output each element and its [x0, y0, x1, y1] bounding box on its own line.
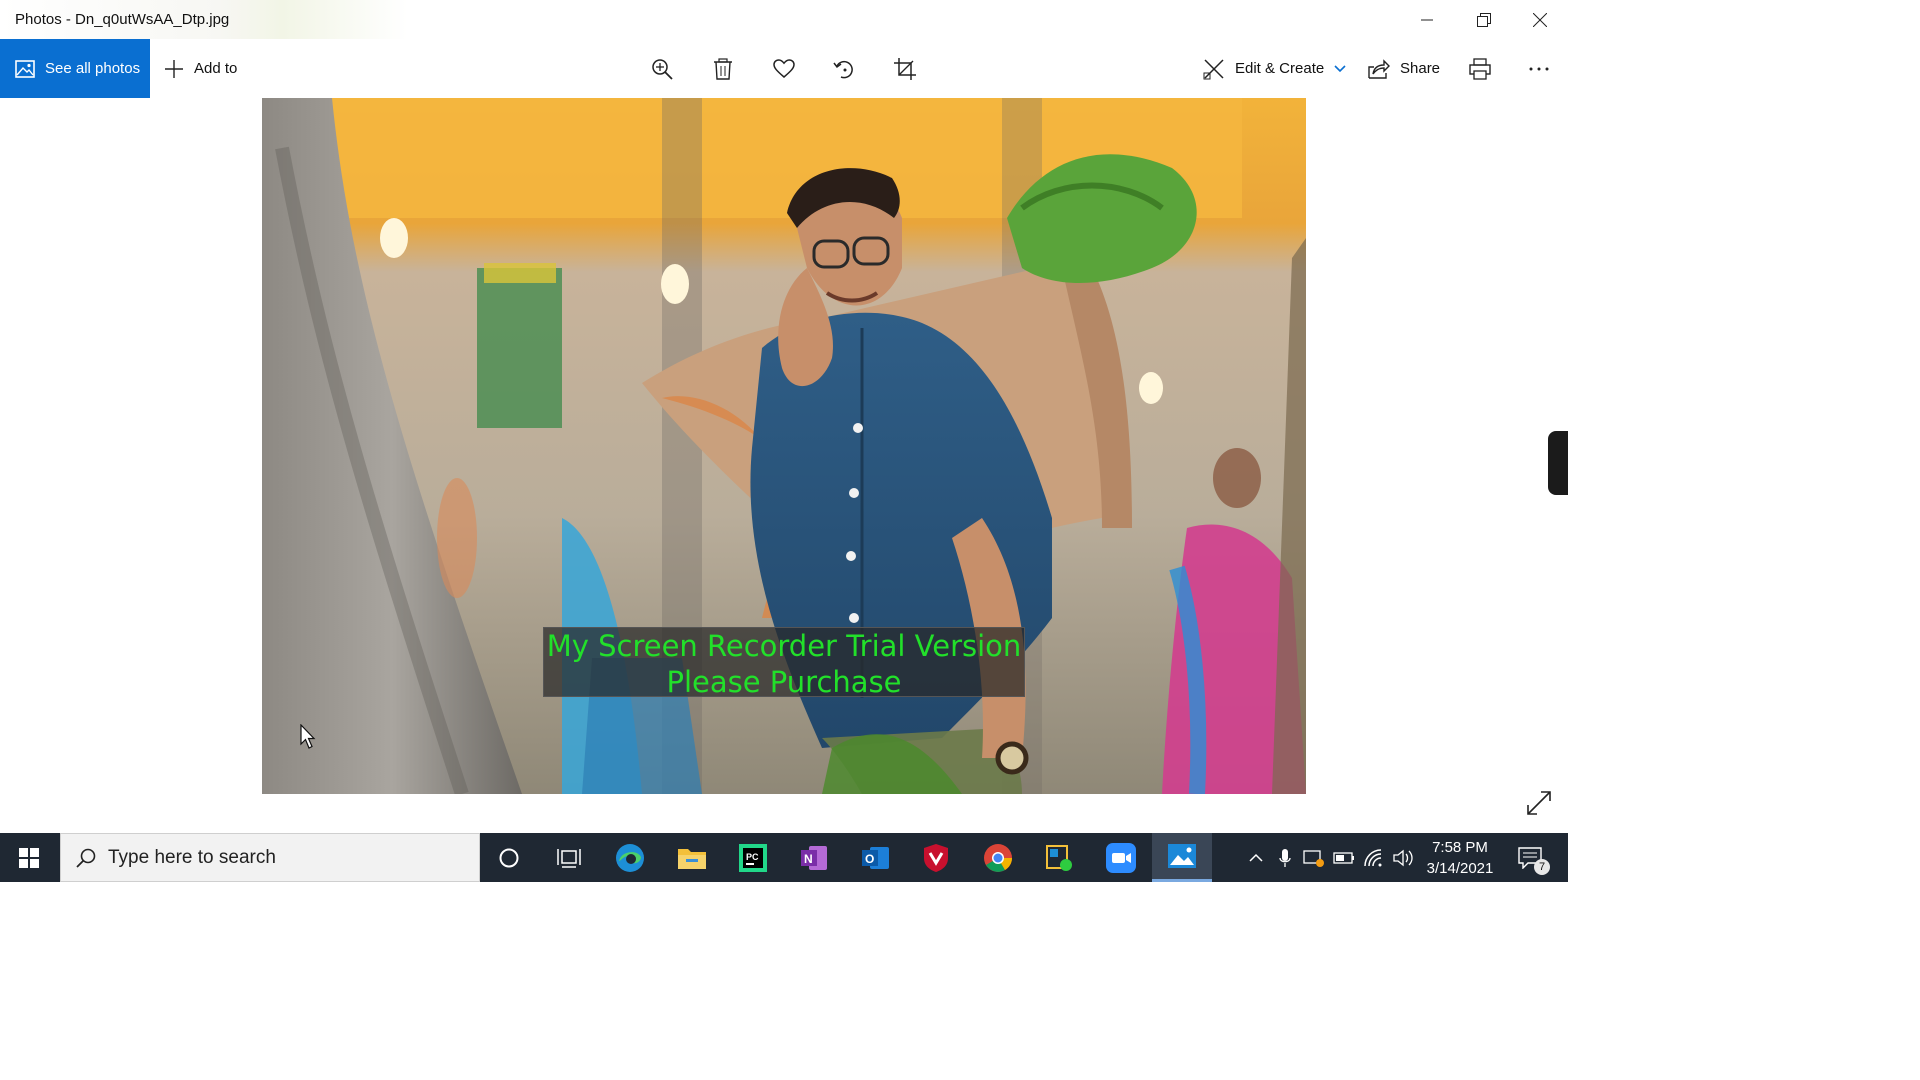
title-bar: Photos - Dn_q0utWsAA_Dtp.jpg	[0, 0, 1568, 39]
plus-icon	[165, 59, 183, 78]
shared-files-app[interactable]	[1029, 833, 1089, 882]
restore-icon	[1476, 12, 1491, 27]
battery-icon	[1333, 851, 1354, 864]
crop-button[interactable]	[885, 39, 925, 98]
recorder-watermark: My Screen Recorder Trial Version Please …	[543, 627, 1025, 699]
svg-text:PC: PC	[746, 852, 759, 862]
window-title: Photos - Dn_q0utWsAA_Dtp.jpg	[15, 11, 230, 28]
outlook-icon: O	[862, 846, 889, 869]
taskbar-search-box[interactable]: Type here to search	[60, 833, 480, 882]
watermark-line-2: Please Purchase	[666, 665, 902, 699]
clock-date: 3/14/2021	[1426, 860, 1494, 877]
more-options-button[interactable]	[1519, 39, 1559, 98]
edit-create-button[interactable]: Edit & Create	[1203, 39, 1346, 98]
app-toolbar: See all photos Add to Edit & Create Shar…	[0, 39, 1568, 98]
delete-button[interactable]	[703, 39, 743, 98]
print-button[interactable]	[1460, 39, 1500, 98]
start-button[interactable]	[0, 833, 58, 882]
crop-icon	[894, 57, 916, 80]
battery-tray[interactable]	[1329, 833, 1359, 882]
chrome-icon	[984, 843, 1012, 872]
add-to-button[interactable]: Add to	[164, 39, 237, 98]
zoom-button[interactable]	[642, 39, 682, 98]
windows-logo-icon	[19, 847, 39, 868]
chevron-up-icon	[1249, 853, 1263, 862]
security-tray[interactable]	[1299, 833, 1329, 882]
photos-app-icon	[1168, 844, 1196, 868]
volume-icon	[1393, 849, 1413, 866]
task-view-button[interactable]	[539, 833, 599, 882]
mcafee-shield-icon	[924, 843, 948, 872]
outlook-app[interactable]: O	[845, 833, 905, 882]
share-button[interactable]: Share	[1368, 39, 1440, 98]
add-to-label: Add to	[194, 60, 238, 77]
mouse-cursor-icon	[300, 724, 316, 749]
task-view-icon	[557, 848, 581, 868]
restore-button[interactable]	[1455, 0, 1512, 39]
onenote-app[interactable]: N	[784, 833, 844, 882]
close-icon	[1532, 12, 1547, 27]
onenote-icon: N	[801, 845, 827, 870]
rotate-button[interactable]	[824, 39, 864, 98]
fullscreen-button[interactable]	[1524, 788, 1554, 818]
photos-app[interactable]	[1152, 833, 1212, 882]
share-label: Share	[1400, 60, 1441, 77]
search-icon	[76, 848, 96, 868]
chrome-app[interactable]	[968, 833, 1028, 882]
favorite-button[interactable]	[764, 39, 804, 98]
search-placeholder: Type here to search	[108, 846, 276, 868]
cortana-button[interactable]	[479, 833, 539, 882]
expand-icon	[1527, 791, 1551, 815]
print-icon	[1469, 57, 1491, 80]
favorite-icon	[773, 58, 795, 78]
zoom-app[interactable]	[1091, 833, 1151, 882]
edge-app[interactable]	[600, 833, 660, 882]
watermark-line-1: My Screen Recorder Trial Version	[546, 629, 1022, 663]
wifi-icon	[1364, 848, 1382, 866]
mcafee-app[interactable]	[906, 833, 966, 882]
network-warning-icon	[1303, 849, 1324, 867]
side-panel-handle[interactable]	[1548, 431, 1568, 495]
svg-text:O: O	[865, 852, 874, 866]
edge-icon	[616, 843, 644, 872]
notification-count-badge: 7	[1534, 859, 1550, 875]
wifi-tray[interactable]	[1360, 833, 1390, 882]
rotate-icon	[833, 60, 853, 78]
action-center-button[interactable]: 7	[1510, 833, 1550, 882]
microphone-icon	[1279, 848, 1291, 867]
microphone-tray[interactable]	[1270, 833, 1300, 882]
folder-icon	[678, 848, 706, 869]
zoom-icon	[652, 58, 673, 80]
pycharm-icon: PC	[739, 843, 767, 872]
svg-text:N: N	[804, 852, 813, 866]
pycharm-app[interactable]: PC	[723, 833, 783, 882]
more-icon	[1529, 67, 1549, 70]
taskbar: Type here to search PC N O 7:58 PM 3/14/…	[0, 833, 1568, 882]
see-all-photos-label: See all photos	[45, 60, 141, 77]
system-clock[interactable]: 7:58 PM 3/14/2021	[1418, 837, 1502, 879]
minimize-button[interactable]	[1398, 0, 1455, 39]
edit-create-icon	[1203, 58, 1224, 79]
show-hidden-icons-button[interactable]	[1241, 833, 1271, 882]
shared-files-icon	[1046, 844, 1072, 871]
edit-create-label: Edit & Create	[1235, 60, 1325, 77]
volume-tray[interactable]	[1389, 833, 1419, 882]
file-explorer-app[interactable]	[662, 833, 722, 882]
delete-icon	[714, 57, 732, 80]
minimize-icon	[1420, 19, 1433, 20]
cortana-icon	[499, 848, 519, 867]
close-button[interactable]	[1511, 0, 1568, 39]
see-all-photos-button[interactable]: See all photos	[0, 39, 150, 98]
clock-time: 7:58 PM	[1432, 839, 1488, 856]
photos-icon	[15, 59, 35, 78]
chevron-down-icon	[1334, 64, 1346, 72]
zoom-video-icon	[1106, 842, 1136, 873]
share-icon	[1368, 58, 1390, 79]
